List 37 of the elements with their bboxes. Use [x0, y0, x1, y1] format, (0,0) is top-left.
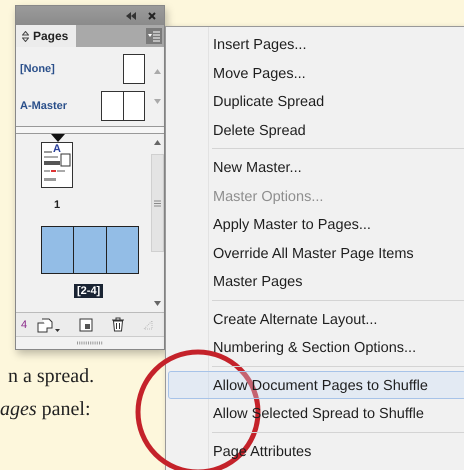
master-prefix: A — [53, 143, 61, 156]
grip-handle-icon[interactable] — [77, 341, 103, 346]
body-text: n a spread. — [8, 365, 94, 388]
menu-item[interactable]: Create Alternate Layout... — [168, 304, 464, 333]
sort-arrows-icon — [22, 30, 29, 42]
scroll-up-icon[interactable] — [154, 140, 161, 146]
collapse-icon[interactable] — [126, 12, 136, 20]
scroll-thumb[interactable] — [151, 154, 164, 252]
menu-item[interactable]: Apply Master to Pages... — [168, 210, 464, 238]
menu-item[interactable]: Master Pages — [168, 267, 464, 296]
master-page-thumbnail[interactable] — [123, 54, 145, 84]
menu-item[interactable]: Insert Pages... — [168, 30, 464, 58]
scroll-down-icon[interactable] — [154, 301, 161, 306]
page-count: 4 — [21, 318, 28, 331]
trash-icon[interactable] — [111, 317, 126, 332]
close-icon[interactable] — [148, 12, 156, 20]
menu-item[interactable]: Numbering & Section Options... — [168, 333, 464, 362]
panel-menu-icon[interactable] — [146, 28, 162, 44]
page-thumbnail[interactable]: A — [41, 142, 73, 188]
master-label[interactable]: [None] — [20, 63, 55, 76]
page-size-icon[interactable] — [37, 316, 62, 333]
master-label[interactable]: A-Master — [20, 100, 68, 112]
spread-thumbnail[interactable] — [41, 226, 139, 274]
body-text: ages panel: — [0, 398, 92, 421]
new-page-icon[interactable] — [79, 318, 94, 332]
menu-item[interactable]: Override All Master Page Items — [168, 238, 464, 267]
master-spread-thumbnail[interactable] — [101, 90, 145, 121]
menu-item[interactable]: Duplicate Spread — [168, 87, 464, 116]
splitter-bar[interactable] — [16, 126, 164, 134]
menu-item[interactable]: New Master... — [168, 153, 464, 182]
menu-item[interactable]: Delete Spread — [168, 116, 464, 144]
resize-grip-icon[interactable] — [143, 320, 154, 330]
menu-item[interactable]: Move Pages... — [168, 58, 464, 87]
pages-tab[interactable]: Pages — [16, 25, 76, 47]
page-number-label: 1 — [53, 198, 62, 212]
page-number-label: [2-4] — [74, 284, 104, 298]
pointer-icon — [51, 134, 65, 142]
